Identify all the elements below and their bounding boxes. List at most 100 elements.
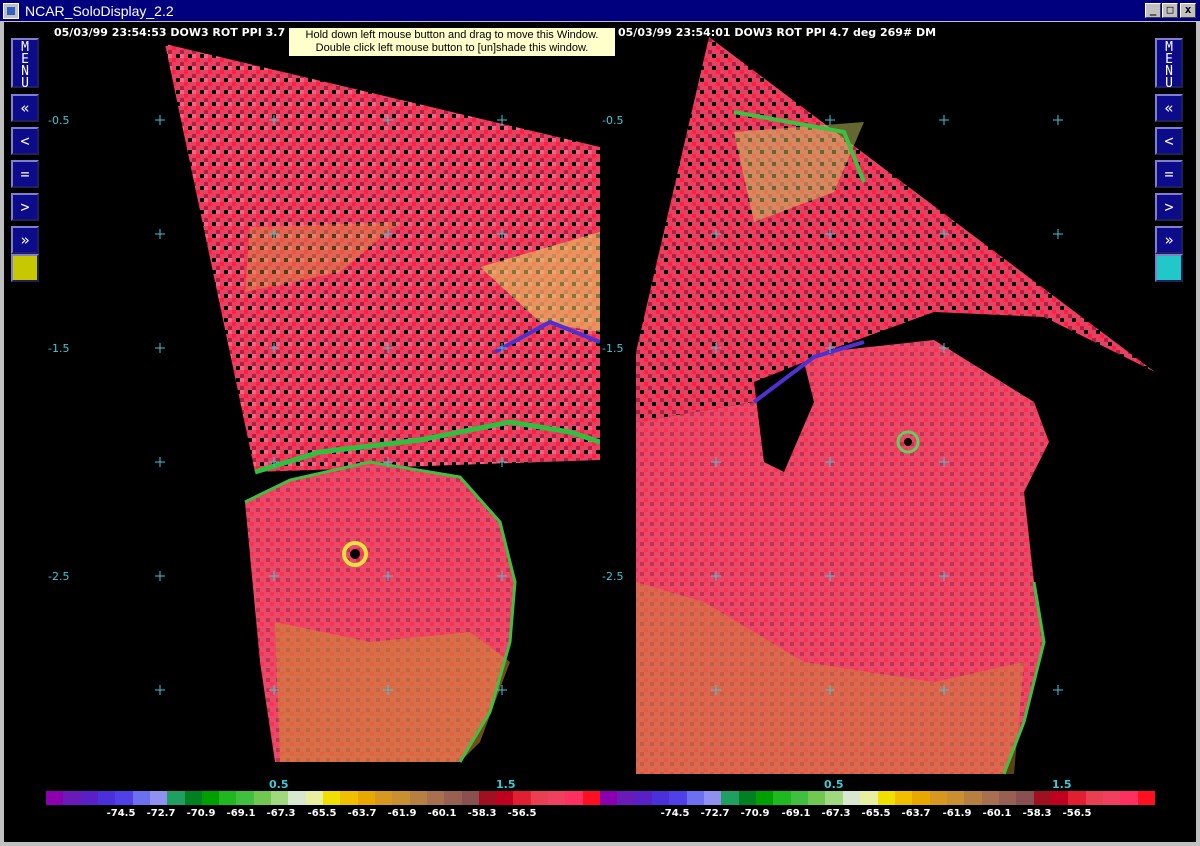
back-button-right[interactable]: < [1155, 127, 1183, 155]
color-scale-cell [756, 791, 774, 805]
radar-image-right[interactable] [604, 22, 1154, 782]
color-scale-cell [46, 791, 64, 805]
color-scale-cell [548, 791, 566, 805]
tooltip-line-1: Hold down left mouse button and drag to … [305, 29, 599, 41]
maximize-button[interactable]: □ [1162, 3, 1178, 18]
close-button[interactable]: x [1180, 3, 1196, 18]
color-scale-cell [392, 791, 410, 805]
color-scale-cell [1085, 791, 1103, 805]
color-scale-cell [357, 791, 375, 805]
color-scale-cell [634, 791, 653, 805]
radar-image-left[interactable] [40, 22, 600, 782]
color-scale-cell [132, 791, 150, 805]
color-scale-cell [998, 791, 1017, 805]
title-bar[interactable]: NCAR_SoloDisplay_2.2 _ □ x [0, 0, 1200, 22]
forward-button-left[interactable]: > [11, 193, 39, 221]
color-scale-cell [600, 791, 618, 805]
replot-button-left[interactable]: = [11, 160, 39, 188]
color-scale-label: -74.5 [660, 808, 690, 819]
color-scale-cell [323, 791, 341, 805]
color-scale-label: -61.9 [942, 808, 972, 819]
frame-color-swatch-left[interactable] [11, 254, 39, 282]
radar-panel-right[interactable]: 05/03/99 23:54:01 DOW3 ROT PPI 4.7 deg 2… [602, 22, 1154, 791]
color-scale-label: -61.9 [387, 808, 417, 819]
minimize-button[interactable]: _ [1145, 3, 1161, 18]
color-scale-cell [149, 791, 168, 805]
fast-forward-button-right[interactable]: » [1155, 226, 1183, 254]
color-scale-cell [496, 791, 514, 805]
frame-color-swatch-right[interactable] [1155, 254, 1183, 282]
tooltip-line-2: Double click left mouse button to [un]sh… [315, 42, 589, 54]
color-scale-cell [825, 791, 843, 805]
fast-back-button-left[interactable]: « [11, 94, 39, 122]
color-scale-label: -69.1 [226, 808, 256, 819]
replot-button-right[interactable]: = [1155, 160, 1183, 188]
color-scale-label: -74.5 [106, 808, 136, 819]
back-button-left[interactable]: < [11, 127, 39, 155]
color-scale-label: -58.3 [1022, 808, 1052, 819]
color-scale-cell [1016, 791, 1034, 805]
color-scale-cell [912, 791, 930, 805]
color-scale-labels-right: -74.5 -72.7 -70.9 -69.1 -67.3 -65.5 -63.7 -61.9… [600, 808, 1155, 822]
color-scale-label: -67.3 [266, 808, 296, 819]
fast-back-button-right[interactable]: « [1155, 94, 1183, 122]
color-scale-cell [565, 791, 583, 805]
color-scale-cell [184, 791, 202, 805]
menu-label: MENU [1165, 40, 1173, 91]
forward-button-right[interactable]: > [1155, 193, 1183, 221]
color-scale-cell [1102, 791, 1121, 805]
y-tick-label: -2.5 [48, 570, 70, 583]
color-scale-cell [929, 791, 947, 805]
color-scale-label: -67.3 [821, 808, 851, 819]
fast-forward-button-left[interactable]: » [11, 226, 39, 254]
color-scale-label: -69.1 [781, 808, 811, 819]
color-scale-label: -60.1 [982, 808, 1012, 819]
color-scale-cell [409, 791, 427, 805]
radar-panel-left[interactable]: 05/03/99 23:54:53 DOW3 ROT PPI 3.7 -0.5 … [40, 22, 600, 791]
color-scale-bar-left [46, 791, 600, 805]
window-title: NCAR_SoloDisplay_2.2 [25, 3, 174, 19]
color-scale-cell [80, 791, 98, 805]
color-scale-cell [669, 791, 687, 805]
app-icon[interactable] [3, 3, 19, 19]
color-scale-cell [981, 791, 999, 805]
color-scale-cell [704, 791, 722, 805]
color-scale-cell [721, 791, 739, 805]
x-tick-label: 1.5 [1052, 778, 1072, 791]
color-scale-cell [478, 791, 497, 805]
color-scale-cell [305, 791, 323, 805]
color-scale-cell [842, 791, 861, 805]
menu-button-left[interactable]: MENU [11, 38, 39, 90]
color-scale-label: -65.5 [861, 808, 891, 819]
color-scale-cell [790, 791, 809, 805]
color-scale-cell [617, 791, 635, 805]
color-scale-cell [253, 791, 272, 805]
color-scale-label: -70.9 [186, 808, 216, 819]
color-scale-label: -63.7 [901, 808, 931, 819]
color-scale-cell [1068, 791, 1086, 805]
color-scale-labels-left: -74.5 -72.7 -70.9 -69.1 -67.3 -65.5 -63.7 -61.9… [46, 808, 600, 822]
color-scale-cell [1120, 791, 1138, 805]
y-tick-label: -2.5 [602, 570, 624, 583]
color-scale-cell [426, 791, 445, 805]
color-scale-bar-right [600, 791, 1155, 805]
color-scale-cell [738, 791, 757, 805]
color-scale-cell [271, 791, 289, 805]
color-scale-cell [115, 791, 133, 805]
menu-button-right[interactable]: MENU [1155, 38, 1183, 91]
color-scale-label: -72.7 [146, 808, 176, 819]
color-scale-cell [167, 791, 185, 805]
color-scale-cell [513, 791, 531, 805]
color-scale-cell [877, 791, 895, 805]
color-scale-label: -56.5 [507, 808, 537, 819]
x-tick-label: 0.5 [824, 778, 844, 791]
color-scale-label: -56.5 [1062, 808, 1092, 819]
color-scale-cell [808, 791, 826, 805]
color-scale-cell [444, 791, 462, 805]
move-window-tooltip: Hold down left mouse button and drag to … [288, 27, 616, 57]
color-scale-label: -65.5 [307, 808, 337, 819]
color-scale-label: -63.7 [347, 808, 377, 819]
color-scale-cell [1033, 791, 1051, 805]
color-scale-cell [946, 791, 965, 805]
color-scale-cell [773, 791, 791, 805]
